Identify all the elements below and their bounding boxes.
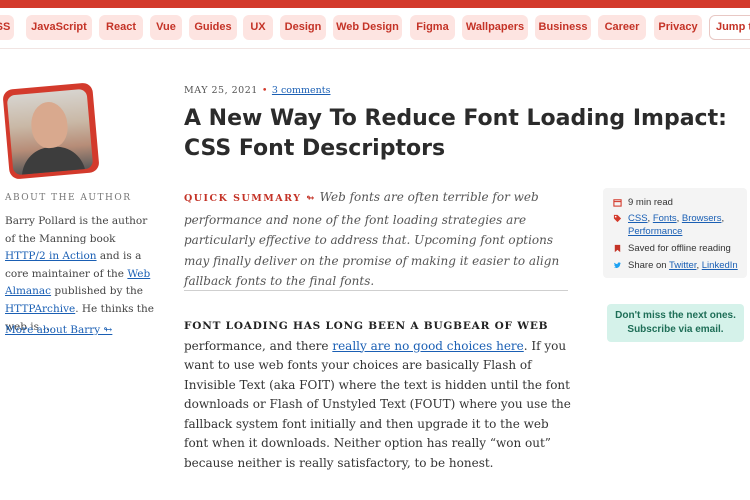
nav-tag-privacy[interactable]: Privacy — [654, 15, 702, 40]
tag-performance-link[interactable]: Performance — [628, 226, 682, 237]
nav-tag-design[interactable]: Design — [280, 15, 326, 40]
share-text: Share on Twitter, LinkedIn — [628, 260, 738, 271]
nav-tag-css[interactable]: SS — [0, 15, 14, 40]
nav-tag-javascript[interactable]: JavaScript — [26, 15, 92, 40]
quick-summary: QUICK SUMMARY ↬ Web fonts are often terr… — [184, 187, 569, 292]
nav-tag-vue[interactable]: Vue — [150, 15, 182, 40]
quick-summary-text: Web fonts are often terrible for web per… — [184, 190, 560, 288]
tag-browsers-link[interactable]: Browsers — [682, 213, 722, 224]
article-info-box: 9 min read CSS, Fonts, Browsers, Perform… — [603, 188, 747, 278]
tag-icon — [613, 214, 622, 223]
bio-link-http2[interactable]: HTTP/2 in Action — [5, 250, 97, 262]
summary-divider — [184, 290, 568, 291]
share-prefix: Share on — [628, 260, 670, 271]
share-twitter-link[interactable]: Twitter — [669, 260, 696, 271]
avatar-face — [29, 100, 70, 150]
article-title: A New Way To Reduce Font Loading Impact:… — [184, 106, 727, 161]
nav-tag-figma[interactable]: Figma — [410, 15, 455, 40]
bio-text: published by the — [51, 285, 143, 298]
bio-text: Barry Pollard is the author of the Manni… — [5, 215, 148, 245]
quick-summary-label: QUICK SUMMARY ↬ — [184, 193, 316, 204]
cta-line-2: Subscribe via email. — [627, 323, 724, 335]
meta-separator: • — [261, 85, 268, 96]
article-meta: MAY 25, 2021 • 3 comments — [184, 85, 330, 96]
nav-tag-web-design[interactable]: Web Design — [333, 15, 402, 40]
nav-tag-wallpapers[interactable]: Wallpapers — [462, 15, 528, 40]
nav-tag-react[interactable]: React — [99, 15, 143, 40]
bio-link-httparchive[interactable]: HTTPArchive — [5, 303, 75, 315]
nav-tag-career[interactable]: Career — [598, 15, 646, 40]
saved-offline-text: Saved for offline reading — [628, 243, 731, 254]
jump-to-button[interactable]: Jump t — [709, 15, 750, 40]
author-bio: Barry Pollard is the author of the Manni… — [5, 213, 155, 336]
body-text: . If you want to use web fonts your choi… — [184, 338, 571, 470]
subscribe-cta[interactable]: Don't miss the next ones. Subscribe via … — [607, 304, 744, 342]
top-accent-bar — [0, 0, 750, 8]
no-good-choices-link[interactable]: really are no good choices here — [332, 339, 523, 353]
publish-date: MAY 25, 2021 — [184, 85, 258, 96]
category-nav: SS JavaScript React Vue Guides UX Design… — [0, 8, 750, 49]
read-time: 9 min read — [628, 197, 673, 208]
cta-line-1: Don't miss the next ones. — [615, 310, 736, 321]
nav-tag-guides[interactable]: Guides — [189, 15, 237, 40]
article-body: FONT LOADING HAS LONG BEEN A BUGBEAR OF … — [184, 316, 574, 473]
comments-link[interactable]: 3 comments — [272, 85, 331, 96]
tag-fonts-link[interactable]: Fonts — [653, 213, 677, 224]
tag-list: CSS, Fonts, Browsers, Performance — [628, 213, 725, 237]
body-text: performance, and there — [184, 338, 333, 353]
bookmark-icon — [614, 244, 621, 253]
lead-in: FONT LOADING HAS LONG BEEN A BUGBEAR OF … — [184, 320, 549, 332]
nav-tag-ux[interactable]: UX — [243, 15, 273, 40]
tag-css-link[interactable]: CSS — [628, 213, 648, 224]
share-linkedin-link[interactable]: LinkedIn — [702, 260, 738, 271]
twitter-icon — [613, 262, 622, 269]
calendar-icon — [613, 199, 622, 207]
more-about-author-link[interactable]: More about Barry ↬ — [5, 324, 112, 336]
nav-tag-business[interactable]: Business — [535, 15, 591, 40]
author-avatar[interactable] — [6, 88, 94, 176]
about-author-heading: ABOUT THE AUTHOR — [5, 193, 132, 203]
